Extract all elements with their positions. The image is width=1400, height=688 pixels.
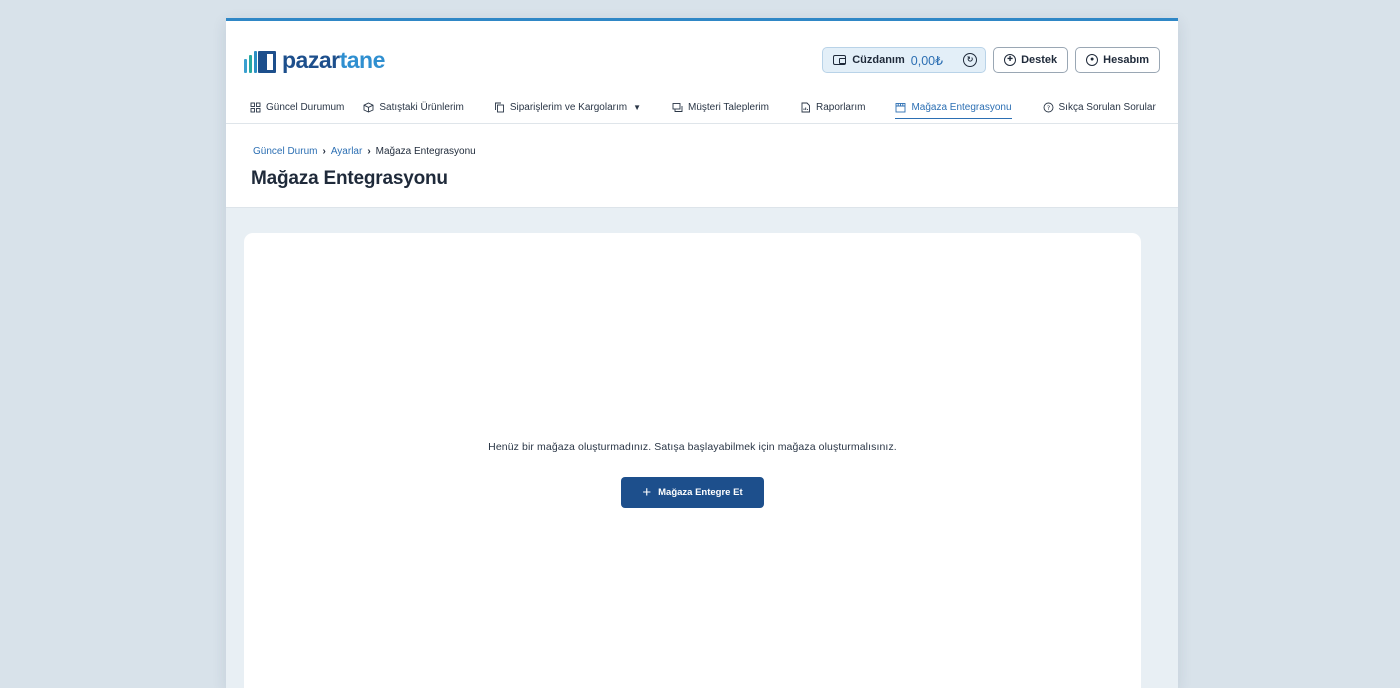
account-label: Hesabım — [1103, 54, 1149, 66]
nav-label: Güncel Durumum — [266, 101, 345, 113]
account-button[interactable]: ● Hesabım — [1075, 47, 1160, 73]
breadcrumb: Güncel Durum › Ayarlar › Mağaza Entegras… — [253, 146, 476, 157]
page-header: Güncel Durum › Ayarlar › Mağaza Entegras… — [226, 124, 1178, 208]
empty-state-message: Henüz bir mağaza oluşturmadınız. Satışa … — [488, 441, 897, 453]
box-icon — [363, 101, 374, 113]
nav-item-orders[interactable]: Siparişlerim ve Kargolarım ▼ — [494, 97, 641, 117]
top-bar: pazartane Cüzdanım 0,00₺ ↻ ✚ Destek ● He… — [226, 21, 1178, 124]
breadcrumb-link-settings[interactable]: Ayarlar — [331, 146, 363, 157]
nav-item-current-status[interactable]: Güncel Durumum — [250, 97, 344, 117]
chevron-right-icon: › — [322, 146, 326, 157]
plus-icon: + — [642, 484, 652, 501]
wallet-widget[interactable]: Cüzdanım 0,00₺ ↻ — [822, 47, 987, 73]
breadcrumb-link-current-status[interactable]: Güncel Durum — [253, 146, 317, 157]
nav-label: Sıkça Sorulan Sorular — [1058, 101, 1156, 113]
chat-icon — [672, 102, 683, 113]
nav-item-customer-requests[interactable]: Müşteri Taleplerim — [672, 97, 769, 117]
user-circle-icon: ● — [1086, 54, 1099, 66]
svg-text:?: ? — [1046, 104, 1049, 112]
nav-item-store-integration[interactable]: Mağaza Entegrasyonu — [895, 97, 1012, 119]
copy-icon — [494, 102, 505, 113]
help-icon: ? — [1043, 102, 1054, 113]
support-label: Destek — [1021, 54, 1058, 66]
brand-logo[interactable]: pazartane — [244, 47, 385, 74]
page-title: Mağaza Entegrasyonu — [251, 168, 448, 189]
nav-label: Müşteri Taleplerim — [688, 101, 769, 113]
wallet-amount: 0,00₺ — [910, 53, 944, 68]
integrate-store-button[interactable]: + Mağaza Entegre Et — [621, 477, 764, 508]
nav-item-products[interactable]: Satıştaki Ürünlerim — [363, 97, 464, 117]
header-actions: Cüzdanım 0,00₺ ↻ ✚ Destek ● Hesabım — [822, 47, 1160, 73]
wallet-label: Cüzdanım — [852, 54, 905, 66]
main-nav: Güncel Durumum Satıştaki Ürünlerim Sipar… — [226, 97, 1178, 119]
nav-label: Siparişlerim ve Kargolarım — [509, 101, 628, 113]
store-icon — [895, 102, 906, 113]
grid-icon — [250, 102, 261, 113]
nav-item-reports[interactable]: Raporlarım — [800, 97, 865, 117]
chevron-right-icon: › — [367, 146, 371, 157]
refresh-icon[interactable]: ↻ — [963, 53, 978, 67]
integrate-store-label: Mağaza Entegre Et — [658, 487, 743, 498]
logo-text: pazartane — [282, 47, 385, 73]
app-window: pazartane Cüzdanım 0,00₺ ↻ ✚ Destek ● He… — [226, 18, 1178, 688]
breadcrumb-current: Mağaza Entegrasyonu — [375, 146, 476, 157]
caret-down-icon: ▼ — [633, 102, 642, 112]
nav-item-faq[interactable]: ? Sıkça Sorulan Sorular — [1043, 97, 1156, 117]
nav-label: Mağaza Entegrasyonu — [911, 101, 1012, 113]
logo-mark-icon — [244, 49, 276, 73]
report-icon — [800, 102, 811, 113]
support-button[interactable]: ✚ Destek — [993, 47, 1069, 73]
nav-label: Satıştaki Ürünlerim — [379, 101, 464, 113]
lifebuoy-icon: ✚ — [1004, 54, 1017, 66]
wallet-icon — [833, 55, 847, 65]
nav-label: Raporlarım — [815, 101, 866, 113]
content-card: Henüz bir mağaza oluşturmadınız. Satışa … — [244, 233, 1141, 688]
